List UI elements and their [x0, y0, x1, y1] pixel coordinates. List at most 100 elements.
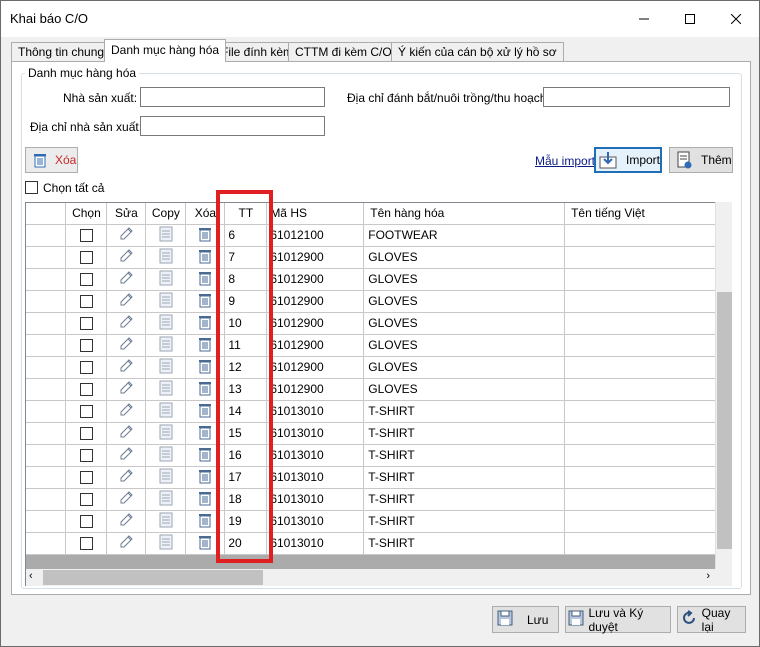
edit-pencil-icon[interactable] [106, 488, 147, 511]
row-header[interactable] [26, 224, 67, 247]
edit-pencil-icon[interactable] [106, 246, 147, 269]
delete-button[interactable]: Xóa [25, 147, 78, 173]
row-header[interactable] [26, 444, 67, 467]
save-and-sign-button[interactable]: Lưu và Ký duyệt [565, 606, 671, 634]
table-row[interactable]: 18 61013010 T-SHIRT [26, 488, 731, 511]
row-select-checkbox[interactable] [65, 290, 108, 313]
edit-pencil-icon[interactable] [106, 224, 147, 247]
copy-icon[interactable] [145, 334, 187, 357]
copy-icon[interactable] [145, 224, 187, 247]
catch-address-input[interactable] [543, 87, 730, 107]
row-header[interactable] [26, 334, 67, 357]
table-row[interactable]: 6 61012100 FOOTWEAR [26, 224, 731, 247]
column-header-goods-name[interactable]: Tên hàng hóa [363, 203, 566, 225]
copy-icon[interactable] [145, 422, 187, 445]
column-header-vietnamese-name[interactable]: Tên tiếng Việt [564, 203, 731, 225]
column-header-hs-code[interactable]: Mã HS [266, 203, 365, 225]
grid-vertical-scrollbar[interactable] [715, 202, 732, 569]
table-row[interactable]: 19 61013010 T-SHIRT [26, 510, 731, 533]
copy-icon[interactable] [145, 400, 187, 423]
row-select-checkbox[interactable] [65, 532, 108, 555]
tab-goods-list[interactable]: Danh mục hàng hóa [104, 39, 227, 62]
select-all-checkbox[interactable] [25, 181, 38, 194]
copy-icon[interactable] [145, 246, 187, 269]
edit-pencil-icon[interactable] [106, 312, 147, 335]
copy-icon[interactable] [145, 268, 187, 291]
row-select-checkbox[interactable] [65, 224, 108, 247]
copy-icon[interactable] [145, 532, 187, 555]
add-button[interactable]: Thêm [669, 147, 733, 173]
row-select-checkbox[interactable] [65, 510, 108, 533]
row-select-checkbox[interactable] [65, 378, 108, 401]
table-row[interactable]: 11 61012900 GLOVES [26, 334, 731, 357]
grid-horizontal-scrollbar[interactable]: ‹ › [26, 569, 732, 586]
row-header[interactable] [26, 312, 67, 335]
tab-cttm[interactable]: CTTM đi kèm C/O [288, 42, 399, 62]
row-select-checkbox[interactable] [65, 400, 108, 423]
row-header[interactable] [26, 290, 67, 313]
table-row[interactable]: 16 61013010 T-SHIRT [26, 444, 731, 467]
table-row[interactable]: 15 61013010 T-SHIRT [26, 422, 731, 445]
edit-pencil-icon[interactable] [106, 422, 147, 445]
table-row[interactable]: 9 61012900 GLOVES [26, 290, 731, 313]
copy-icon[interactable] [145, 466, 187, 489]
save-button[interactable]: Lưu [492, 606, 559, 633]
table-row[interactable]: 13 61012900 GLOVES [26, 378, 731, 401]
table-row[interactable]: 17 61013010 T-SHIRT [26, 466, 731, 489]
manufacturer-input[interactable] [140, 87, 325, 107]
row-select-checkbox[interactable] [65, 246, 108, 269]
edit-pencil-icon[interactable] [106, 268, 147, 291]
row-header[interactable] [26, 246, 67, 269]
copy-icon[interactable] [145, 312, 187, 335]
row-header[interactable] [26, 356, 67, 379]
column-header-edit[interactable]: Sửa [106, 203, 147, 225]
row-header[interactable] [26, 532, 67, 555]
row-header[interactable] [26, 378, 67, 401]
maximize-button[interactable] [667, 1, 713, 37]
edit-pencil-icon[interactable] [106, 466, 147, 489]
column-header-copy[interactable]: Copy [145, 203, 187, 225]
copy-icon[interactable] [145, 356, 187, 379]
row-select-checkbox[interactable] [65, 466, 108, 489]
edit-pencil-icon[interactable] [106, 400, 147, 423]
horizontal-scroll-thumb[interactable] [43, 570, 263, 585]
row-header[interactable] [26, 466, 67, 489]
row-select-checkbox[interactable] [65, 422, 108, 445]
row-header[interactable] [26, 488, 67, 511]
table-row[interactable]: 7 61012900 GLOVES [26, 246, 731, 269]
row-select-checkbox[interactable] [65, 356, 108, 379]
row-header[interactable] [26, 422, 67, 445]
tab-officer-opinion[interactable]: Ý kiến của cán bộ xử lý hồ sơ [391, 42, 564, 62]
edit-pencil-icon[interactable] [106, 378, 147, 401]
row-select-checkbox[interactable] [65, 268, 108, 291]
copy-icon[interactable] [145, 378, 187, 401]
minimize-button[interactable] [621, 1, 667, 37]
copy-icon[interactable] [145, 488, 187, 511]
column-header-select[interactable]: Chọn [65, 203, 108, 225]
table-row[interactable]: 14 61013010 T-SHIRT [26, 400, 731, 423]
row-header[interactable] [26, 400, 67, 423]
row-select-checkbox[interactable] [65, 488, 108, 511]
copy-icon[interactable] [145, 510, 187, 533]
edit-pencil-icon[interactable] [106, 334, 147, 357]
row-header[interactable] [26, 510, 67, 533]
edit-pencil-icon[interactable] [106, 532, 147, 555]
row-header[interactable] [26, 268, 67, 291]
table-row[interactable]: 12 61012900 GLOVES [26, 356, 731, 379]
row-select-checkbox[interactable] [65, 312, 108, 335]
edit-pencil-icon[interactable] [106, 356, 147, 379]
vertical-scroll-thumb[interactable] [717, 292, 732, 549]
copy-icon[interactable] [145, 444, 187, 467]
row-select-checkbox[interactable] [65, 334, 108, 357]
scroll-left-icon[interactable]: ‹ [29, 570, 33, 582]
back-button[interactable]: Quay lại [677, 606, 746, 634]
import-template-link[interactable]: Mẫu import [535, 154, 595, 168]
import-button[interactable]: Import [594, 147, 662, 173]
row-select-checkbox[interactable] [65, 444, 108, 467]
copy-icon[interactable] [145, 290, 187, 313]
edit-pencil-icon[interactable] [106, 510, 147, 533]
table-row[interactable]: 20 61013010 T-SHIRT [26, 532, 731, 555]
table-row[interactable]: 10 61012900 GLOVES [26, 312, 731, 335]
manufacturer-address-input[interactable] [140, 116, 325, 136]
close-button[interactable] [713, 1, 759, 37]
